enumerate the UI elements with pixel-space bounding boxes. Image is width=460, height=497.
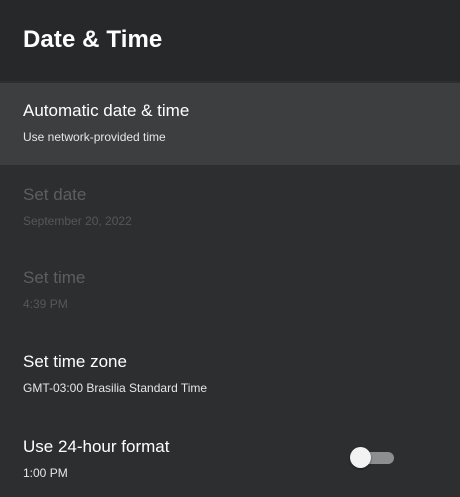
- set-date-subtitle: September 20, 2022: [23, 214, 132, 228]
- set-time-item[interactable]: Set time 4:39 PM: [0, 253, 460, 335]
- set-time-subtitle: 4:39 PM: [23, 297, 68, 311]
- page-title: Date & Time: [23, 26, 163, 53]
- set-time-zone-item[interactable]: Set time zone GMT-03:00 Brasilia Standar…: [0, 337, 460, 419]
- settings-panel: Date & Time Automatic date & time Use ne…: [0, 0, 460, 497]
- use-24-hour-format-title: Use 24-hour format: [23, 437, 170, 456]
- automatic-date-time-item[interactable]: Automatic date & time Use network-provid…: [0, 83, 460, 165]
- header: Date & Time: [0, 0, 460, 81]
- use-24-hour-format-toggle[interactable]: [350, 445, 396, 469]
- set-date-title: Set date: [23, 185, 87, 204]
- use-24-hour-format-subtitle: 1:00 PM: [23, 466, 68, 480]
- set-time-zone-subtitle: GMT-03:00 Brasilia Standard Time: [23, 381, 208, 395]
- set-time-title: Set time: [23, 268, 86, 287]
- automatic-date-time-title: Automatic date & time: [23, 101, 190, 120]
- set-time-zone-title: Set time zone: [23, 352, 127, 371]
- automatic-date-time-subtitle: Use network-provided time: [23, 130, 166, 144]
- toggle-thumb: [350, 447, 371, 468]
- set-date-item[interactable]: Set date September 20, 2022: [0, 170, 460, 252]
